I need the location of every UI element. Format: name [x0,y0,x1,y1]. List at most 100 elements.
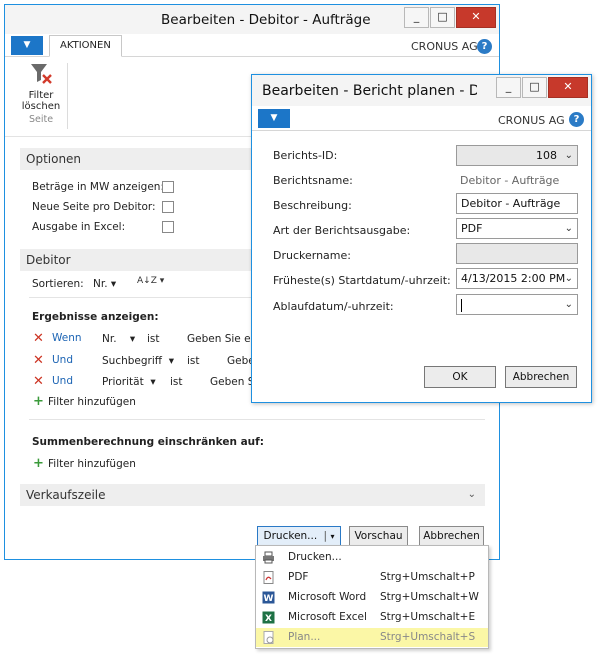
fasttab-verkaufszeile[interactable]: Verkaufszeile ⌄ [20,484,485,506]
chevron-down-icon: ▾ [129,333,136,345]
description-label: Beschreibung: [273,199,352,212]
option-checkbox[interactable] [162,221,174,233]
menu-item-excel[interactable]: X Microsoft Excel Strg+Umschalt+E [256,608,488,627]
main-titlebar[interactable]: Bearbeiten - Debitor - Aufträge _ □ ✕ [5,5,499,34]
dialog-titlebar[interactable]: Bearbeiten - Bericht planen - Deb _ □ ✕ [252,75,591,106]
chevron-down-icon: ⌄ [564,150,573,161]
remove-filter-icon[interactable]: ✕ [33,353,44,368]
ok-button[interactable]: OK [424,366,496,388]
menu-item-word[interactable]: W Microsoft Word Strg+Umschalt+W [256,588,488,607]
schedule-report-dialog: Bearbeiten - Bericht planen - Deb _ □ ✕ … [251,74,592,403]
schedule-icon [262,631,275,644]
add-filter-link[interactable]: Filter hinzufügen [48,396,136,408]
sort-az-icon: A↓Z [137,276,157,286]
chevron-down-icon: ▾ [330,532,335,541]
close-button[interactable]: ✕ [456,7,496,28]
filter-field-value: Suchbegriff [102,355,163,367]
report-name-value: Debitor - Aufträge [460,174,560,187]
clear-filter-label: Filter löschen [21,90,61,112]
filter-conjunction[interactable]: Und [52,375,73,387]
filter-operator: ist [170,376,183,388]
results-heading: Ergebnisse anzeigen: [32,311,159,323]
word-icon: W [262,591,275,604]
filter-value-input[interactable]: Geben Sie eine [187,333,252,345]
printer-name-label: Druckername: [273,249,351,262]
start-datetime-label: Früheste(s) Startdatum/-uhrzeit: [273,274,451,287]
printer-name-input[interactable] [456,243,578,264]
print-dropdown-menu: Drucken... PDF Strg+Umschalt+P W Microso… [255,545,489,649]
filter-field-value: Priorität [102,376,144,388]
filter-conjunction[interactable]: Und [52,354,73,366]
report-id-select[interactable]: 108 ⌄ [456,145,578,166]
dialog-minimize-button[interactable]: _ [496,77,521,98]
dialog-close-button[interactable]: ✕ [548,77,588,98]
menu-item-schedule[interactable]: Plan... Strg+Umschalt+S [256,628,488,647]
cancel-button[interactable]: Abbrechen [419,526,484,546]
filter-value-input[interactable]: Geben Si [210,376,252,388]
filter-conjunction[interactable]: Wenn [52,332,82,344]
filter-field[interactable]: Suchbegriff ▾ [102,355,174,367]
sort-order-button[interactable]: A↓Z ▾ [137,276,164,286]
printer-icon [262,551,275,564]
print-split-button[interactable]: Drucken... | ▾ [257,526,341,546]
maximize-button[interactable]: □ [430,7,455,28]
remove-filter-icon[interactable]: ✕ [33,331,44,346]
output-type-select[interactable]: PDF ⌄ [456,218,578,239]
menu-item-pdf[interactable]: PDF Strg+Umschalt+P [256,568,488,587]
add-filter-link[interactable]: Filter hinzufügen [48,458,136,470]
report-name-label: Berichtsname: [273,174,353,187]
menu-item-shortcut: Strg+Umschalt+P [380,571,475,583]
add-icon: + [33,394,44,409]
clear-filter-button[interactable]: Filter löschen Seite [19,61,63,133]
sort-field-value: Nr. [93,278,108,290]
dialog-title: Bearbeiten - Bericht planen - Deb [262,83,477,99]
menu-item-print[interactable]: Drucken... [256,548,488,567]
menu-item-shortcut: Strg+Umschalt+W [380,591,479,603]
filter-operator: ist [147,333,160,345]
tab-aktionen[interactable]: AKTIONEN [49,35,122,57]
preview-button[interactable]: Vorschau [349,526,408,546]
fasttab-verkaufszeile-label: Verkaufszeile [26,488,106,502]
app-menu-button[interactable]: ▼ [11,36,43,55]
option-label: Neue Seite pro Debitor: [32,201,156,213]
pdf-icon [262,571,275,584]
dialog-app-menu-button[interactable]: ▼ [258,109,290,128]
chevron-down-icon: ⌄ [467,489,476,500]
sort-field-dropdown[interactable]: Nr. ▾ [93,278,116,290]
option-label: Ausgabe in Excel: [32,221,126,233]
menu-item-label: Microsoft Excel [288,611,367,623]
filter-operator: ist [187,355,200,367]
help-icon[interactable]: ? [477,39,492,54]
option-checkbox[interactable] [162,201,174,213]
filter-clear-icon [31,64,52,84]
dialog-company-name: CRONUS AG [498,114,565,127]
menu-item-label: Microsoft Word [288,591,367,603]
report-id-label: Berichts-ID: [273,149,338,162]
minimize-button[interactable]: _ [404,7,429,28]
chevron-down-icon: ▾ [168,355,174,367]
dialog-maximize-button[interactable]: □ [522,77,547,98]
help-icon[interactable]: ? [569,112,584,127]
filter-field[interactable]: Priorität ▾ [102,376,156,388]
sort-label: Sortieren: [32,278,84,290]
filter-value-input[interactable]: Gebe [227,355,252,367]
dialog-cancel-button[interactable]: Abbrechen [505,366,577,388]
main-window-title: Bearbeiten - Debitor - Aufträge [161,12,371,28]
start-datetime-value: 4/13/2015 2:00 PM [461,272,566,285]
option-checkbox[interactable] [162,181,174,193]
start-datetime-select[interactable]: 4/13/2015 2:00 PM ⌄ [456,268,578,289]
dialog-ribbon: ▼ CRONUS AG ? [252,107,591,131]
menu-item-label: Plan... [288,631,321,643]
expiry-datetime-label: Ablaufdatum/-uhrzeit: [273,300,394,313]
chevron-down-icon: ▾ [110,278,117,290]
text-cursor [461,298,462,312]
ribbon-separator [67,63,68,129]
description-input[interactable]: Debitor - Aufträge [456,193,578,214]
option-label: Beträge in MW anzeigen: [32,181,164,193]
ribbon-group-label: Seite [28,114,54,125]
filter-field[interactable]: Nr. ▾ [102,333,135,345]
expiry-datetime-select[interactable]: ⌄ [456,294,578,315]
remove-filter-icon[interactable]: ✕ [33,374,44,389]
ribbon-tabbar: ▼ AKTIONEN CRONUS AG ? [5,35,499,57]
print-button-label: Drucken... [263,530,318,542]
